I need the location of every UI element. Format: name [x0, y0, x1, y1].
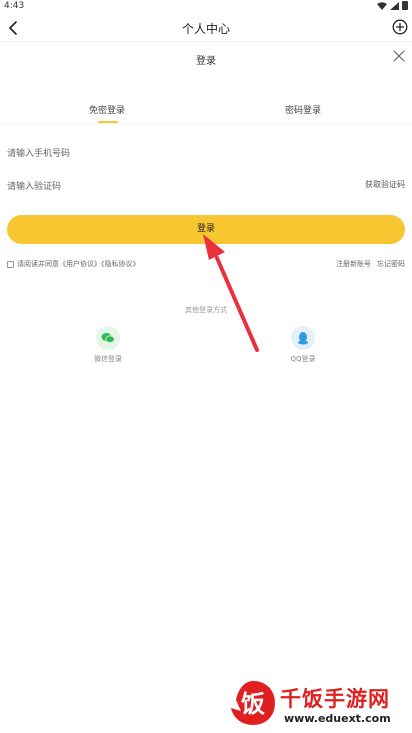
register-link[interactable]: 注册新账号 [336, 259, 371, 269]
verification-code-input[interactable]: 请输入验证码 获取验证码 [7, 179, 405, 193]
login-sheet-title: 登录 [196, 56, 216, 67]
qq-icon [298, 332, 308, 345]
status-icons [377, 1, 408, 10]
status-time: 4:43 [4, 1, 25, 11]
add-circle-icon[interactable] [392, 19, 408, 35]
watermark-logo-icon: 饭 [231, 681, 275, 725]
tab-divider [0, 123, 412, 124]
wechat-icon [101, 333, 115, 343]
watermark-site-url: www.eduext.com [284, 712, 391, 725]
phone-input[interactable]: 请输入手机号码 [7, 146, 405, 160]
close-icon[interactable] [392, 49, 406, 63]
phone-input-placeholder: 请输入手机号码 [7, 149, 71, 159]
site-watermark: 饭 千饭手游网 www.eduext.com [228, 678, 412, 733]
tab-password-login[interactable]: 密码登录 [243, 103, 363, 116]
tab-sms-login[interactable]: 免密登录 [47, 103, 167, 116]
watermark-site-name: 千饭手游网 [280, 687, 390, 711]
agreement-checkbox[interactable] [7, 260, 14, 268]
wechat-icon-circle [96, 326, 120, 350]
watermark-logo-char: 饭 [241, 690, 265, 718]
agreement-text[interactable]: 请阅读并同意《用户协议》《隐私协议》 [17, 259, 140, 269]
get-code-button[interactable]: 获取验证码 [365, 179, 405, 190]
signal-icon [390, 1, 399, 10]
code-input-placeholder: 请输入验证码 [7, 182, 62, 192]
wechat-login-label: 微信登录 [94, 355, 122, 363]
qq-login-button[interactable]: QQ登录 [273, 326, 333, 364]
status-bar: 4:43 [0, 0, 412, 14]
red-arrow-annotation [203, 234, 259, 352]
qq-icon-circle [291, 326, 315, 350]
page-title: 个人中心 [181, 22, 230, 36]
forgot-password-link[interactable]: 忘记密码 [377, 259, 405, 269]
agreement-row: 请阅读并同意《用户协议》《隐私协议》 [7, 259, 140, 269]
wifi-icon [377, 1, 387, 10]
account-links: 注册新账号 忘记密码 [336, 259, 405, 269]
qq-login-label: QQ登录 [290, 355, 316, 363]
battery-icon [402, 1, 408, 10]
wechat-login-button[interactable]: 微信登录 [78, 326, 138, 364]
nav-bar: 个人中心 [0, 14, 412, 42]
